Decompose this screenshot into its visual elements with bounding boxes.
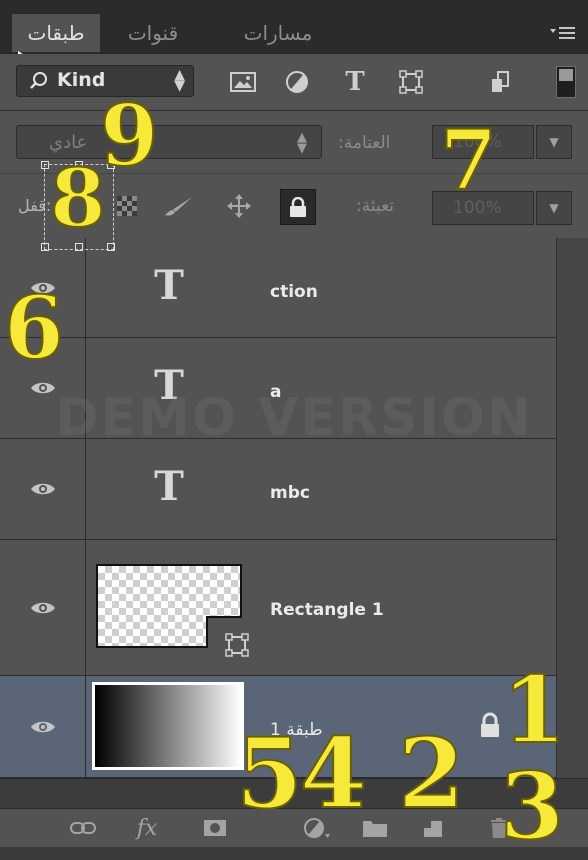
panel-tab-bar: مسارات قنوات طبقات: [0, 0, 588, 61]
search-icon: [30, 72, 47, 89]
updown-arrows-icon: ▲ ▼: [174, 67, 185, 94]
visibility-eye-icon[interactable]: [0, 540, 86, 675]
smart-object-filter-icon[interactable]: [486, 67, 516, 97]
blend-mode-select[interactable]: عادي ▲ ▼: [16, 125, 322, 159]
lock-label: قفل:: [18, 196, 52, 215]
adjustment-layer-icon[interactable]: [300, 813, 334, 843]
tab-layers[interactable]: طبقات: [12, 14, 100, 52]
vector-mask-icon: [225, 633, 249, 657]
layer-row[interactable]: T mbc: [0, 439, 556, 540]
fill-input[interactable]: 100%: [432, 191, 534, 225]
visibility-eye-icon[interactable]: [0, 676, 86, 777]
layer-row[interactable]: طبقة 1: [0, 676, 556, 778]
layers-scrollbar[interactable]: [556, 238, 588, 778]
layer-lock-icon: [481, 712, 499, 737]
tab-channels[interactable]: قنوات: [100, 14, 206, 52]
filter-kind-label: Kind: [57, 69, 106, 91]
lock-all-button[interactable]: [280, 189, 316, 225]
blend-mode-label: عادي: [49, 132, 88, 153]
layers-bottom-toolbar: fx: [0, 808, 588, 847]
new-layer-icon[interactable]: [416, 813, 450, 843]
visibility-eye-icon[interactable]: [0, 439, 86, 539]
layer-row[interactable]: Rectangle 1: [0, 540, 556, 676]
lock-fill-row: قفل: :تعبئة 100% ▼: [0, 174, 588, 239]
lock-position-move-icon[interactable]: [224, 190, 254, 222]
layer-filter-row: Kind ▲ ▼ T: [0, 54, 588, 111]
layer-name[interactable]: mbc: [270, 483, 310, 503]
layer-name[interactable]: ction: [270, 282, 318, 302]
new-group-icon[interactable]: [358, 813, 392, 843]
shape-filter-icon[interactable]: [396, 67, 426, 97]
layer-thumbnail[interactable]: [92, 682, 244, 770]
delete-layer-icon[interactable]: [482, 813, 516, 843]
type-filter-icon[interactable]: T: [340, 67, 370, 97]
fill-label: :تعبئة: [356, 196, 395, 216]
layer-row[interactable]: T a: [0, 338, 556, 439]
link-layers-icon[interactable]: [66, 813, 100, 843]
blend-opacity-row: عادي ▲ ▼ :العتامة 100% ▼: [0, 111, 588, 174]
panel-bottom-gap: [0, 778, 588, 809]
tab-paths[interactable]: مسارات: [216, 14, 340, 52]
lock-icon: [290, 197, 306, 217]
layers-panel: مسارات قنوات طبقات Kind ▲ ▼ T عادي ▲ ▼:…: [0, 0, 588, 853]
add-mask-icon[interactable]: [198, 813, 232, 843]
layer-name[interactable]: a: [270, 382, 281, 402]
lock-image-pixels-brush-icon[interactable]: [164, 190, 194, 222]
filter-toggle-switch[interactable]: [556, 66, 576, 98]
type-layer-icon: T: [154, 262, 184, 309]
updown-arrows-icon: ▲ ▼: [297, 130, 307, 156]
layer-thumbnail[interactable]: [96, 564, 249, 657]
layer-row[interactable]: T ction: [0, 238, 556, 338]
visibility-eye-icon[interactable]: [0, 238, 86, 337]
image-filter-icon[interactable]: [228, 67, 258, 97]
panel-menu-icon[interactable]: [548, 22, 578, 44]
visibility-eye-icon[interactable]: [0, 338, 86, 438]
fill-dropdown-button[interactable]: ▼: [536, 191, 572, 225]
layers-list: T ction T a T mbc Rectangle 1 طبقة 1: [0, 238, 556, 778]
opacity-input[interactable]: 100%: [432, 125, 534, 159]
layer-name[interactable]: Rectangle 1: [270, 600, 384, 620]
filter-kind-select[interactable]: Kind ▲ ▼: [16, 65, 194, 97]
layer-style-icon[interactable]: fx: [130, 813, 164, 843]
opacity-label: :العتامة: [338, 133, 391, 153]
fx-label: fx: [136, 815, 158, 841]
type-layer-icon: T: [154, 362, 184, 409]
lock-transparent-pixels-icon[interactable]: [112, 190, 142, 222]
type-layer-icon: T: [154, 463, 184, 510]
opacity-dropdown-button[interactable]: ▼: [536, 125, 572, 159]
layer-name[interactable]: طبقة 1: [270, 720, 323, 740]
adjustment-filter-icon[interactable]: [282, 67, 312, 97]
